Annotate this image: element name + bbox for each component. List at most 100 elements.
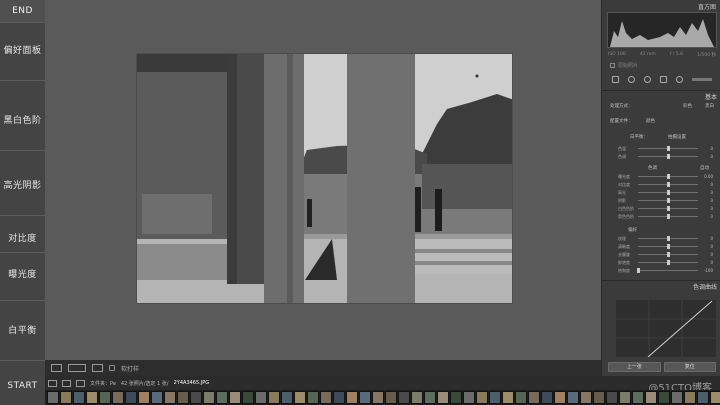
filmstrip-thumbnail[interactable] — [294, 391, 306, 404]
tone-slider-4[interactable]: 白色色阶 0 — [608, 205, 716, 212]
filmstrip-thumbnail[interactable] — [151, 391, 163, 404]
tone-slider-value[interactable]: 0 — [710, 206, 713, 211]
filmstrip-thumbnail[interactable] — [346, 391, 358, 404]
presence-slider-value[interactable]: 0 — [710, 252, 713, 257]
presence-slider-4[interactable]: 饱和度 -100 — [608, 267, 716, 274]
end-label[interactable]: END — [0, 0, 45, 22]
presence-slider-3[interactable]: 鲜艳度 0 — [608, 259, 716, 266]
presence-slider-knob[interactable] — [667, 260, 670, 265]
grid-icon[interactable] — [76, 379, 85, 387]
filmstrip-thumbnail[interactable] — [281, 391, 293, 404]
presence-slider-knob[interactable] — [667, 252, 670, 257]
filmstrip-thumbnail[interactable] — [398, 391, 410, 404]
tone-slider-knob[interactable] — [667, 214, 670, 219]
filmstrip-thumbnail[interactable] — [216, 391, 228, 404]
presence-slider-0[interactable]: 纹理 0 — [608, 235, 716, 242]
presence-slider-value[interactable]: 0 — [710, 236, 713, 241]
filmstrip-thumbnail[interactable] — [372, 391, 384, 404]
presence-slider-knob[interactable] — [667, 236, 670, 241]
previous-button[interactable]: 上一张 — [608, 362, 661, 372]
filmstrip-thumbnail[interactable] — [47, 391, 59, 404]
filmstrip-thumbnail[interactable] — [580, 391, 592, 404]
survey-view-icon[interactable] — [92, 364, 103, 372]
tone-slider-value[interactable]: 0.00 — [704, 174, 713, 179]
filmstrip-thumbnail[interactable] — [476, 391, 488, 404]
tone-auto-button[interactable]: 自动 — [700, 165, 709, 171]
second-window-icon[interactable] — [62, 379, 71, 387]
filmstrip-thumbnail[interactable] — [515, 391, 527, 404]
filmstrip-thumbnail[interactable] — [307, 391, 319, 404]
filmstrip-thumbnail[interactable] — [489, 391, 501, 404]
menu-item-preference[interactable]: 偏好面板 — [0, 40, 45, 62]
radial-filter-icon[interactable] — [675, 75, 683, 83]
filmstrip-thumbnail[interactable] — [333, 391, 345, 404]
tone-slider-value[interactable]: 0 — [710, 214, 713, 219]
filmstrip-thumbnail[interactable] — [437, 391, 449, 404]
filmstrip-thumbnail[interactable] — [684, 391, 696, 404]
tone-slider-knob[interactable] — [667, 206, 670, 211]
original-photo-toggle[interactable]: 原始照片 — [610, 62, 638, 69]
filmstrip-thumbnail[interactable] — [619, 391, 631, 404]
monitor-icon[interactable] — [48, 379, 57, 387]
wb-slider-knob[interactable] — [667, 154, 670, 159]
filmstrip-thumbnail[interactable] — [229, 391, 241, 404]
filmstrip-thumbnail[interactable] — [164, 391, 176, 404]
tone-curve-graph[interactable] — [616, 300, 716, 358]
filmstrip-thumbnail[interactable] — [697, 391, 709, 404]
filmstrip-thumbnail[interactable] — [359, 391, 371, 404]
filmstrip-thumbnail[interactable] — [424, 391, 436, 404]
menu-item-contrast[interactable]: 对比度 — [0, 228, 45, 250]
tone-slider-knob[interactable] — [667, 190, 670, 195]
presence-slider-value[interactable]: -100 — [704, 268, 713, 273]
tone-slider-1[interactable]: 对比度 0 — [608, 181, 716, 188]
presence-slider-knob[interactable] — [637, 268, 640, 273]
filmstrip-thumbnail[interactable] — [138, 391, 150, 404]
treatment-color-option[interactable]: 彩色 — [683, 103, 692, 109]
menu-item-black-white-levels[interactable]: 黑白色阶 — [0, 110, 45, 132]
tone-slider-0[interactable]: 曝光度 0.00 — [608, 173, 716, 180]
softproof-checkbox[interactable] — [109, 365, 115, 371]
filmstrip-thumbnail[interactable] — [73, 391, 85, 404]
filmstrip-thumbnail[interactable] — [385, 391, 397, 404]
tone-curve-section-header[interactable]: 色调曲线 — [602, 280, 720, 291]
filmstrip-thumbnail[interactable] — [645, 391, 657, 404]
filmstrip-thumbnail[interactable] — [632, 391, 644, 404]
filmstrip-thumbnail[interactable] — [112, 391, 124, 404]
basic-section-header[interactable]: 基本 — [602, 90, 720, 101]
filmstrip-thumbnail[interactable] — [450, 391, 462, 404]
menu-item-white-balance[interactable]: 白平衡 — [0, 320, 45, 342]
tone-slider-5[interactable]: 黑色色阶 0 — [608, 213, 716, 220]
wb-slider-0[interactable]: 色温 0 — [608, 145, 716, 152]
filmstrip-thumbnail[interactable] — [190, 391, 202, 404]
red-eye-icon[interactable] — [644, 75, 652, 83]
spot-removal-icon[interactable] — [628, 75, 636, 83]
tone-slider-2[interactable]: 高光 0 — [608, 189, 716, 196]
presence-slider-1[interactable]: 清晰度 0 — [608, 243, 716, 250]
filmstrip-thumbnail[interactable] — [99, 391, 111, 404]
filmstrip-thumbnail[interactable] — [567, 391, 579, 404]
filmstrip-thumbnail[interactable] — [242, 391, 254, 404]
filmstrip-thumbnail[interactable] — [86, 391, 98, 404]
filmstrip-thumbnail[interactable] — [606, 391, 618, 404]
presence-slider-2[interactable]: 去朦胧 0 — [608, 251, 716, 258]
filmstrip-thumbnail[interactable] — [528, 391, 540, 404]
tone-slider-value[interactable]: 0 — [710, 182, 713, 187]
histogram-title[interactable]: 直方图 — [698, 2, 716, 11]
tone-slider-knob[interactable] — [667, 198, 670, 203]
start-label[interactable]: START — [0, 375, 45, 397]
wb-slider-knob[interactable] — [667, 146, 670, 151]
reset-button[interactable]: 复位 — [663, 362, 716, 372]
presence-slider-value[interactable]: 0 — [710, 260, 713, 265]
wb-slider-value[interactable]: 0 — [710, 146, 713, 151]
wb-slider-value[interactable]: 0 — [710, 154, 713, 159]
filmstrip-thumbnail[interactable] — [502, 391, 514, 404]
filmstrip-thumbnail[interactable] — [268, 391, 280, 404]
filmstrip-thumbnail[interactable] — [411, 391, 423, 404]
tone-slider-3[interactable]: 阴影 0 — [608, 197, 716, 204]
menu-item-exposure[interactable]: 曝光度 — [0, 264, 45, 286]
tone-slider-value[interactable]: 0 — [710, 190, 713, 195]
filmstrip-thumbnail[interactable] — [541, 391, 553, 404]
compare-view-icon[interactable] — [68, 364, 86, 372]
treatment-bw-option[interactable]: 黑白 — [705, 103, 714, 109]
folder-path[interactable]: 文件夹：Pe — [90, 380, 116, 387]
